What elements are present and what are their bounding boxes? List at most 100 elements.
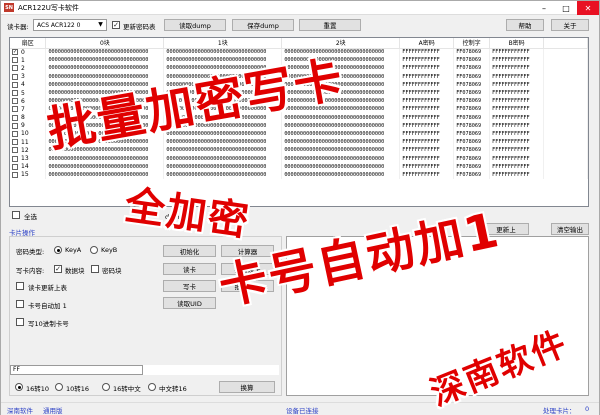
read-card-button[interactable]: 读卡 [163, 263, 216, 275]
cell-b1[interactable]: 00000000000000000000000000000000 [163, 138, 283, 147]
reader-select[interactable]: ACS ACR122 0 ▼ [33, 19, 107, 31]
auto-inc-checkbox[interactable] [16, 300, 24, 308]
sector-cell[interactable]: 3 [10, 72, 47, 81]
row-checkbox[interactable] [12, 155, 18, 162]
table-row[interactable]: 15 00000000000000000000000000000000 000000… [10, 170, 588, 179]
cell-c[interactable]: FF078069 [453, 64, 491, 73]
read-uid-button[interactable]: 读取UID [163, 297, 216, 309]
cell-b2[interactable]: 00000000000000000000000000000000 [281, 170, 401, 179]
cell-b[interactable]: FFFFFFFFFFFF [489, 146, 545, 155]
sector-cell[interactable]: 11 [10, 138, 47, 147]
cell-c[interactable]: FF078069 [453, 105, 491, 114]
cell-a[interactable]: FFFFFFFFFFFF [399, 88, 455, 98]
cell-b2[interactable]: 00000000000000000000000000000000 [281, 154, 401, 163]
cell-a[interactable]: FFFFFFFFFFFF [399, 64, 455, 73]
cell-a[interactable]: FFFFFFFFFFFF [399, 48, 455, 57]
row-checkbox[interactable] [12, 98, 18, 105]
sector-cell[interactable]: 1 [10, 56, 47, 65]
row-checkbox[interactable] [12, 81, 18, 88]
sector-cell[interactable]: 12 [10, 146, 47, 155]
update-pw-checkbox[interactable]: ✓ [112, 21, 120, 29]
cell-c[interactable]: FF078069 [453, 97, 491, 106]
row-checkbox[interactable] [12, 163, 18, 170]
row-checkbox[interactable] [12, 122, 18, 129]
sector-cell[interactable]: 7 [10, 105, 47, 114]
sector-cell[interactable]: ✓ 0 [10, 48, 47, 57]
convert-button[interactable]: 换算 [219, 381, 275, 393]
read-update-checkbox[interactable] [16, 282, 24, 290]
read-dump-button[interactable]: 读取dump [164, 19, 226, 31]
cell-b2[interactable]: 00000000000000000000000000000000 [281, 129, 401, 139]
cell-b[interactable]: FFFFFFFFFFFF [489, 80, 545, 89]
row-checkbox[interactable] [12, 114, 18, 121]
cell-a[interactable]: FFFFFFFFFFFF [399, 113, 455, 122]
select-all-checkbox[interactable] [12, 211, 20, 219]
sector-cell[interactable]: 9 [10, 121, 47, 130]
data-block-checkbox[interactable]: ✓ [54, 265, 62, 273]
cell-a[interactable]: FFFFFFFFFFFF [399, 80, 455, 89]
clear-output-button[interactable]: 清空输出 [551, 223, 589, 235]
cell-b2[interactable]: 00000000000000000000000000000000 [281, 146, 401, 155]
row-checkbox[interactable] [12, 65, 18, 72]
table-row[interactable]: 13 00000000000000000000000000000000 000000… [10, 154, 588, 163]
cell-b1[interactable]: 00000000000000000000000000000000 [163, 146, 283, 155]
cell-b[interactable]: FFFFFFFFFFFF [489, 97, 545, 106]
sector-cell[interactable]: 4 [10, 80, 47, 89]
cell-b0[interactable]: 00000000000000000000000000000000 [45, 48, 165, 57]
row-checkbox[interactable] [12, 130, 18, 137]
cell-a[interactable]: FFFFFFFFFFFF [399, 97, 455, 106]
cell-b[interactable]: FFFFFFFFFFFF [489, 56, 545, 65]
cell-b[interactable]: FFFFFFFFFFFF [489, 88, 545, 98]
sector-cell[interactable]: 14 [10, 162, 47, 171]
cell-c[interactable]: FF078069 [453, 138, 491, 147]
cell-c[interactable]: FF078069 [453, 129, 491, 139]
format-button[interactable]: 初始化 [163, 245, 216, 257]
cell-c[interactable]: FF078069 [453, 72, 491, 81]
cell-c[interactable]: FF078069 [453, 56, 491, 65]
cell-a[interactable]: FFFFFFFFFFFF [399, 154, 455, 163]
cell-b[interactable]: FFFFFFFFFFFF [489, 64, 545, 73]
cell-a[interactable]: FFFFFFFFFFFF [399, 138, 455, 147]
cell-a[interactable]: FFFFFFFFFFFF [399, 129, 455, 139]
cell-b2[interactable]: 00000000000000000000000000000000 [281, 138, 401, 147]
cell-c[interactable]: FF078069 [453, 154, 491, 163]
cell-a[interactable]: FFFFFFFFFFFF [399, 56, 455, 65]
save-dump-button[interactable]: 保存dump [232, 19, 294, 31]
cell-b0[interactable]: 00000000000000000000000000000000 [45, 64, 165, 73]
row-checkbox[interactable] [12, 106, 18, 113]
cell-b2[interactable]: 00000000000000000000000000000000 [281, 121, 401, 130]
cell-a[interactable]: FFFFFFFFFFFF [399, 146, 455, 155]
sector-cell[interactable]: 8 [10, 113, 47, 122]
cell-b[interactable]: FFFFFFFFFFFF [489, 113, 545, 122]
row-checkbox[interactable] [12, 90, 18, 97]
write-card-button[interactable]: 写卡 [163, 280, 216, 292]
cell-b[interactable]: FFFFFFFFFFFF [489, 72, 545, 81]
row-checkbox[interactable] [12, 57, 18, 64]
sector-cell[interactable]: 10 [10, 129, 47, 139]
cell-c[interactable]: FF078069 [453, 48, 491, 57]
cell-a[interactable]: FFFFFFFFFFFF [399, 105, 455, 114]
cell-b[interactable]: FFFFFFFFFFFF [489, 154, 545, 163]
cell-b[interactable]: FFFFFFFFFFFF [489, 105, 545, 114]
row-checkbox[interactable] [12, 171, 18, 178]
cell-b0[interactable]: 00000000000000000000000000000000 [45, 162, 165, 171]
row-checkbox[interactable] [12, 73, 18, 80]
keya-radio[interactable] [54, 246, 62, 254]
cell-a[interactable]: FFFFFFFFFFFF [399, 72, 455, 81]
cell-c[interactable]: FF078069 [453, 113, 491, 122]
cell-c[interactable]: FF078069 [453, 162, 491, 171]
pw-block-checkbox[interactable] [91, 265, 99, 273]
close-window-button[interactable]: ✕ [577, 1, 599, 15]
cell-a[interactable]: FFFFFFFFFFFF [399, 162, 455, 171]
keyb-radio[interactable] [90, 246, 98, 254]
cell-b[interactable]: FFFFFFFFFFFF [489, 170, 545, 179]
cell-b1[interactable]: 00000000000000000000000000000000 [163, 170, 283, 179]
convert-output[interactable] [142, 365, 279, 375]
rcn16-radio[interactable] [148, 383, 156, 391]
cell-a[interactable]: FFFFFFFFFFFF [399, 170, 455, 179]
cell-b[interactable]: FFFFFFFFFFFF [489, 48, 545, 57]
cell-c[interactable]: FF078069 [453, 170, 491, 179]
cell-c[interactable]: FF078069 [453, 121, 491, 130]
sector-cell[interactable]: 13 [10, 154, 47, 163]
cell-c[interactable]: FF078069 [453, 146, 491, 155]
